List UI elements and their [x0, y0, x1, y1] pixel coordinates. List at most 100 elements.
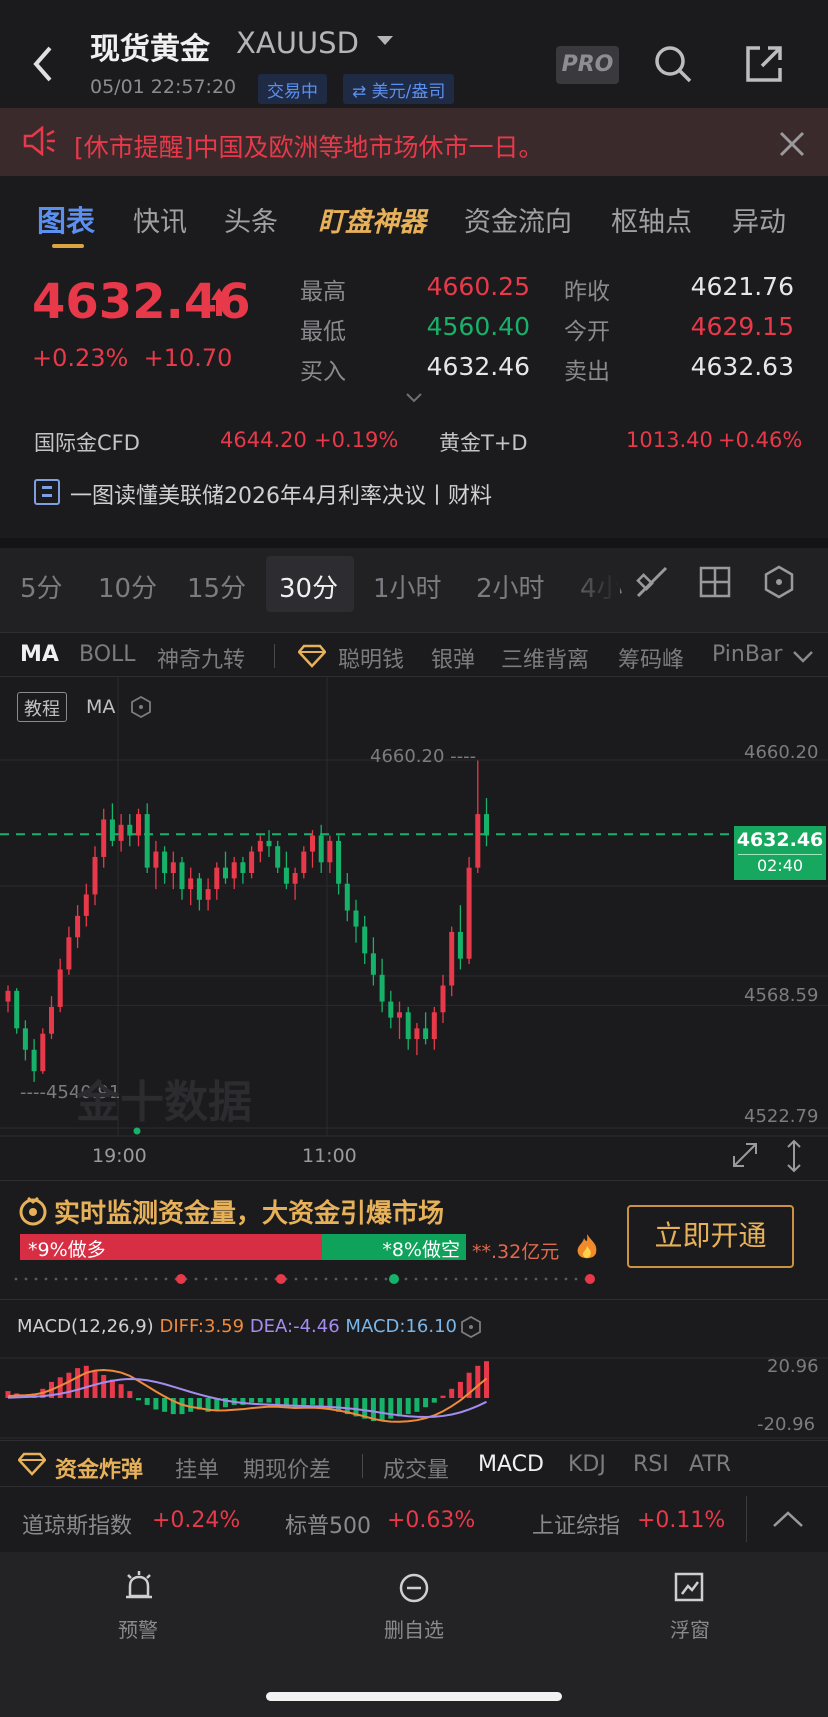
macd-bar [75, 1368, 81, 1398]
macd-bar [109, 1379, 115, 1398]
tab-monitor-tool[interactable]: 盯盘神器 [318, 200, 426, 239]
draw-tool-icon[interactable] [634, 564, 670, 600]
settings-hex-icon[interactable] [130, 696, 152, 718]
tab-anomaly[interactable]: 异动 [732, 200, 786, 239]
tab-atr[interactable]: ATR [689, 1452, 731, 1477]
layout-grid-icon[interactable] [699, 566, 731, 598]
indicator-pinbar[interactable]: PinBar [712, 642, 782, 667]
period-5min[interactable]: 5分 [20, 568, 63, 605]
macd-bar [257, 1398, 263, 1403]
axis-label-mid: 4568.59 [744, 985, 819, 1006]
chevron-down-icon[interactable] [377, 36, 393, 45]
macd-dea: DEA:-4.46 [249, 1316, 340, 1337]
pro-button[interactable]: PRO [556, 46, 619, 84]
long-ratio-bar: *9%做多 [20, 1234, 322, 1261]
timeline-marker[interactable] [276, 1274, 286, 1284]
period-10min[interactable]: 10分 [98, 568, 157, 605]
timeline-dot [324, 1277, 328, 1281]
nav-alert-label[interactable]: 预警 [88, 1614, 188, 1643]
notice-text: [休市提醒]中国及欧洲等地市场休市一日。 [74, 133, 544, 162]
timeline-marker[interactable] [389, 1274, 399, 1284]
period-30min[interactable]: 30分 [279, 568, 338, 605]
candle-body [484, 814, 489, 836]
candle-body [83, 894, 89, 916]
low-value: 4560.40 [426, 312, 530, 341]
symbol-selector[interactable]: XAUUSD [236, 26, 359, 60]
timeline-dot [264, 1277, 268, 1281]
share-icon[interactable] [744, 44, 784, 84]
macd-chart[interactable] [0, 1340, 828, 1440]
chevron-up-icon[interactable] [772, 1510, 804, 1528]
timeline-marker[interactable] [585, 1274, 595, 1284]
tab-pivot-points[interactable]: 枢轴点 [611, 200, 692, 239]
news-headline-link[interactable]: 一图读懂美联储2026年4月利率决议丨财料 [70, 478, 492, 510]
minus-circle-icon[interactable] [398, 1572, 430, 1604]
macd-axis-top: 20.96 [767, 1356, 819, 1377]
currency-unit-badge[interactable]: ⇄ 美元/盎司 [343, 74, 455, 104]
tab-fund-flow[interactable]: 资金流向 [464, 200, 572, 239]
indicator-ma[interactable]: MA [20, 642, 59, 667]
macd-legend: MACD(12,26,9) DIFF:3.59 DEA:-4.46 MACD:1… [17, 1316, 457, 1337]
indicator-boll[interactable]: BOLL [79, 642, 136, 667]
timeline-dot [334, 1277, 338, 1281]
candle-body [475, 814, 481, 868]
timeline-dot [424, 1277, 428, 1281]
nav-remove-watchlist-label[interactable]: 删自选 [364, 1614, 464, 1643]
tab-fund-bomb[interactable]: 资金炸弹 [55, 1452, 143, 1484]
timeline-dot [524, 1277, 528, 1281]
period-2hour[interactable]: 2小时 [476, 568, 545, 605]
chevron-down-icon[interactable] [792, 650, 814, 664]
ticker-sp500-name[interactable]: 标普500 [285, 1508, 371, 1540]
related-name-cfd[interactable]: 国际金CFD [34, 427, 140, 457]
tab-rsi[interactable]: RSI [633, 1452, 669, 1477]
candle-body [310, 835, 315, 852]
close-icon[interactable] [778, 130, 806, 158]
tab-volume[interactable]: 成交量 [383, 1452, 449, 1484]
tab-headlines[interactable]: 头条 [224, 200, 278, 239]
macd-bar [266, 1398, 272, 1403]
high-label: 最高 [300, 279, 346, 305]
settings-hex-icon[interactable] [460, 1316, 482, 1338]
ticker-shanghai-name[interactable]: 上证综指 [532, 1508, 620, 1540]
back-arrow-icon[interactable] [30, 42, 60, 86]
tab-orders[interactable]: 挂单 [175, 1452, 219, 1484]
candle-body [101, 819, 107, 857]
timeline-dot [74, 1277, 78, 1281]
indicator-divergence[interactable]: 三维背离 [501, 642, 589, 674]
tab-kdj[interactable]: KDJ [568, 1452, 606, 1477]
tutorial-button[interactable]: 教程 [17, 692, 67, 722]
macd-bar [388, 1398, 394, 1419]
candle-body [275, 846, 281, 868]
tab-chart[interactable]: 图表 [37, 198, 95, 240]
candle-body [457, 931, 463, 959]
indicator-smart-money[interactable]: 聪明钱 [338, 642, 404, 674]
time-label-2: 11:00 [302, 1145, 357, 1167]
period-1hour[interactable]: 1小时 [373, 568, 442, 605]
macd-bar [423, 1398, 429, 1408]
tab-flash-news[interactable]: 快讯 [133, 200, 187, 239]
nav-float-window-label[interactable]: 浮窗 [640, 1614, 740, 1643]
macd-bar [431, 1398, 437, 1403]
macd-bar [301, 1398, 307, 1405]
alarm-icon[interactable] [123, 1570, 155, 1602]
tab-basis[interactable]: 期现价差 [243, 1452, 331, 1484]
macd-bar [275, 1398, 281, 1405]
vertical-scale-icon[interactable] [782, 1138, 806, 1174]
indicator-chip-peak[interactable]: 筹码峰 [618, 642, 684, 674]
subscribe-button[interactable]: 立即开通 [627, 1205, 794, 1268]
float-window-icon[interactable] [674, 1572, 704, 1602]
search-icon[interactable] [653, 44, 693, 84]
candle-countdown: 02:40 [738, 854, 822, 877]
settings-hex-icon[interactable] [762, 565, 796, 599]
arrow-up-icon [211, 288, 227, 316]
indicator-silver-bullet[interactable]: 银弹 [431, 642, 475, 674]
related-name-td[interactable]: 黄金T+D [439, 427, 528, 457]
tab-macd[interactable]: MACD [478, 1452, 544, 1477]
period-15min[interactable]: 15分 [187, 568, 246, 605]
timeline-marker[interactable] [176, 1274, 186, 1284]
indicator-td-sequential[interactable]: 神奇九转 [157, 642, 245, 674]
ticker-dow-name[interactable]: 道琼斯指数 [22, 1508, 132, 1540]
chevron-down-icon[interactable] [405, 392, 423, 404]
candle-body [170, 862, 176, 874]
fullscreen-icon[interactable] [730, 1140, 760, 1170]
